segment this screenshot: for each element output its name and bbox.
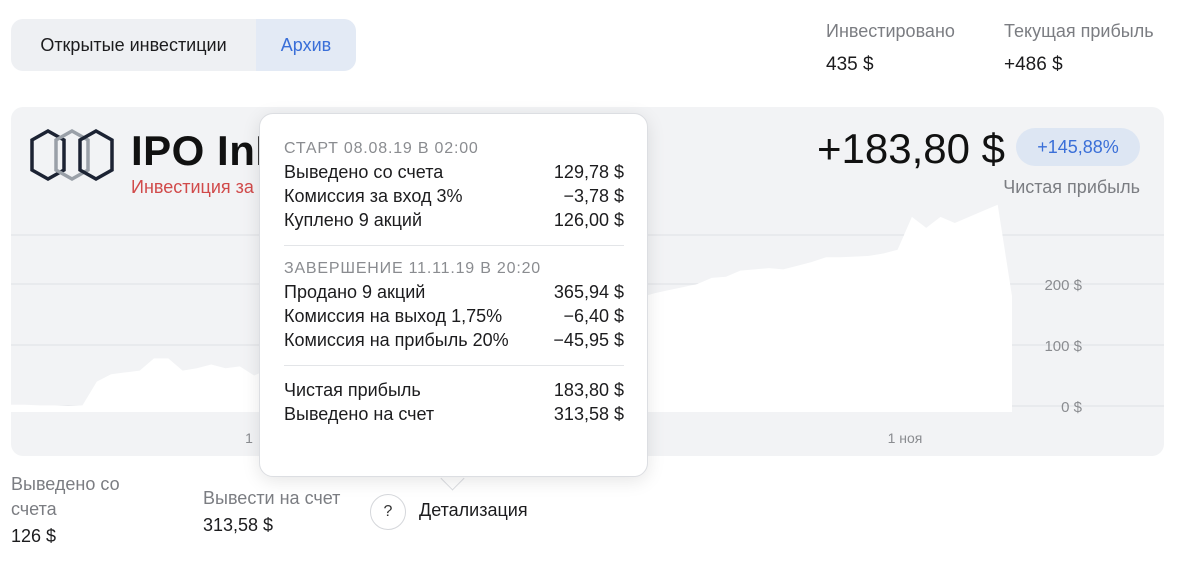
- invested-label: Инвестировано: [826, 21, 955, 41]
- tab-open-investments[interactable]: Открытые инвестиции: [11, 19, 256, 71]
- withdraw-stat: Вывести на счет 313,58 $: [203, 486, 340, 538]
- y-tick-label: 0 $: [1061, 399, 1083, 416]
- end-header: ЗАВЕРШЕНИЕ 11.11.19 В 20:20: [284, 260, 541, 277]
- row-value: 313,58 $: [553, 404, 624, 424]
- withdrawn-value: 126 $: [11, 526, 57, 546]
- withdrawn-label: Выведено со счета: [11, 474, 120, 519]
- row-value: −45,95 $: [553, 330, 624, 350]
- start-header: СТАРТ 08.08.19 В 02:00: [284, 140, 479, 157]
- popover-divider: [284, 245, 624, 246]
- question-mark-icon[interactable]: ?: [370, 494, 406, 530]
- popover-row: Комиссия на прибыль 20% −45,95 $: [284, 328, 624, 352]
- details-popover: СТАРТ 08.08.19 В 02:00 Выведено со счета…: [259, 113, 648, 477]
- chart-y-ticks: 200 $ 100 $ 0 $: [1044, 277, 1082, 416]
- row-label: Комиссия за вход 3%: [284, 186, 463, 206]
- invested-value: 435 $: [826, 54, 874, 75]
- details-link[interactable]: Детализация: [419, 500, 528, 521]
- profit-percent-badge: +145,88%: [1016, 128, 1140, 166]
- row-label: Продано 9 акций: [284, 282, 426, 302]
- popover-row: Чистая прибыль 183,80 $: [284, 378, 624, 402]
- x-tick-label: 1: [245, 430, 253, 446]
- row-value: −3,78 $: [563, 186, 624, 206]
- row-value: −6,40 $: [563, 306, 624, 326]
- popover-content: СТАРТ 08.08.19 В 02:00 Выведено со счета…: [284, 138, 624, 426]
- popover-row: Комиссия за вход 3% −3,78 $: [284, 184, 624, 208]
- popover-row: Выведено со счета 129,78 $: [284, 160, 624, 184]
- net-profit-label: Чистая прибыль: [1003, 177, 1140, 197]
- x-tick-label: 1 ноя: [888, 430, 923, 446]
- row-label: Выведено на счет: [284, 404, 435, 424]
- invested-stat: Инвестировано 435 $: [826, 20, 955, 76]
- y-tick-label: 200 $: [1044, 277, 1082, 294]
- popover-row: Выведено на счет 313,58 $: [284, 402, 624, 426]
- investment-tabs: Открытые инвестиции Архив: [11, 19, 356, 71]
- row-value: 183,80 $: [553, 380, 624, 400]
- current-profit-stat: Текущая прибыль +486 $: [1004, 20, 1154, 76]
- withdraw-label: Вывести на счет: [203, 488, 341, 508]
- y-tick-label: 100 $: [1044, 338, 1082, 355]
- row-value: 365,94 $: [553, 282, 624, 302]
- row-label: Комиссия на прибыль 20%: [284, 330, 509, 350]
- popover-divider: [284, 365, 624, 366]
- current-profit-label: Текущая прибыль: [1004, 21, 1154, 41]
- row-value: 126,00 $: [553, 210, 624, 230]
- row-label: Чистая прибыль: [284, 380, 421, 400]
- company-subtitle: Инвестиция за: [131, 177, 254, 197]
- row-label: Комиссия на выход 1,75%: [284, 306, 503, 326]
- current-profit-value: +486 $: [1004, 54, 1063, 75]
- row-label: Выведено со счета: [284, 162, 444, 182]
- popover-row: Продано 9 акций 365,94 $: [284, 280, 624, 304]
- withdraw-value: 313,58 $: [203, 515, 274, 535]
- hexagon-chain-logo-icon: [30, 128, 114, 182]
- withdrawn-stat: Выведено со счета 126 $: [11, 472, 151, 549]
- row-value: 129,78 $: [553, 162, 624, 182]
- tab-archive[interactable]: Архив: [256, 19, 356, 71]
- popover-row: Комиссия на выход 1,75% −6,40 $: [284, 304, 624, 328]
- row-label: Куплено 9 акций: [284, 210, 423, 230]
- net-profit-value: +183,80 $: [817, 125, 1006, 172]
- popover-row: Куплено 9 акций 126,00 $: [284, 208, 624, 232]
